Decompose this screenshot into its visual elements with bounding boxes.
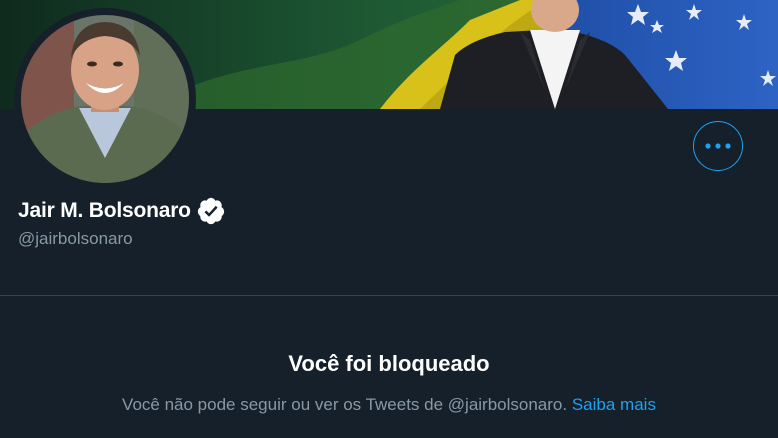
profile-display-name: Jair M. Bolsonaro (18, 199, 191, 222)
more-options-icon (705, 143, 731, 149)
profile-name-row: Jair M. Bolsonaro (18, 196, 226, 226)
avatar-image (14, 8, 196, 190)
blocked-title: Você foi bloqueado (288, 351, 490, 376)
blocked-message: Você não pode seguir ou ver os Tweets de… (0, 395, 778, 415)
verified-badge-icon (197, 197, 224, 225)
profile-avatar[interactable] (14, 8, 196, 190)
profile-handle: @jairbolsonaro (18, 229, 133, 248)
divider (0, 295, 778, 296)
learn-more-link[interactable]: Saiba mais (572, 395, 656, 414)
more-options-button[interactable] (693, 121, 743, 171)
blocked-message-text: Você não pode seguir ou ver os Tweets de… (122, 395, 568, 414)
